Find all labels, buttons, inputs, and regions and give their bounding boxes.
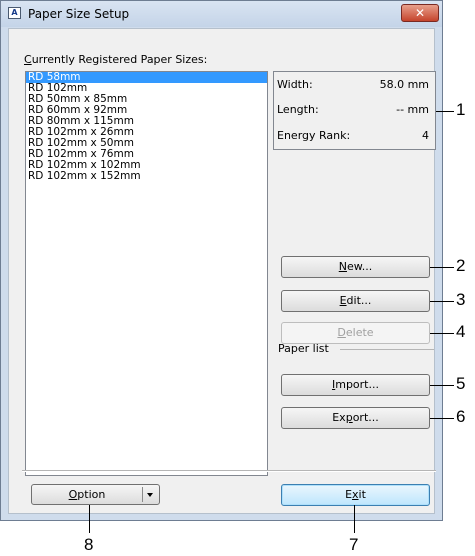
label-mnemonic: C [24, 53, 32, 66]
chevron-down-icon[interactable] [147, 493, 153, 497]
paper-info-panel: Width: 58.0 mm Length: -- mm Energy Rank… [273, 71, 436, 150]
bottom-separator [22, 470, 436, 472]
delete-label: elete [345, 326, 374, 339]
callout-number-3: 3 [456, 290, 466, 309]
registered-paper-sizes-label: Currently Registered Paper Sizes: [24, 53, 207, 66]
callout-number-1: 1 [456, 100, 466, 119]
paper-list-group-label: Paper list [278, 342, 329, 355]
export-label-rest: ort... [352, 411, 379, 424]
new-button[interactable]: New... [281, 256, 430, 278]
import-button[interactable]: Import... [281, 374, 430, 396]
label-rest: urrently Registered Paper Sizes: [31, 53, 208, 66]
option-button-label[interactable]: Option [32, 485, 142, 504]
callout-number-7: 7 [349, 535, 359, 554]
callout-number-2: 2 [456, 256, 466, 275]
length-row: Length: -- mm [277, 103, 429, 117]
width-label: Width: [277, 78, 313, 91]
delete-mnemonic: D [337, 326, 346, 339]
new-mnemonic: N [338, 260, 347, 273]
energy-rank-label: Energy Rank: [277, 129, 351, 142]
callout-line-4 [430, 333, 454, 334]
export-mnemonic: p [345, 411, 353, 424]
exit-label-pre: E [345, 488, 353, 501]
callout-line-5 [430, 385, 454, 386]
callout-number-5: 5 [456, 374, 466, 393]
callout-number-8: 8 [84, 535, 94, 554]
length-value: -- mm [396, 103, 429, 116]
window-title: Paper Size Setup [28, 7, 130, 21]
export-button[interactable]: Export... [281, 407, 430, 429]
callout-line-1 [436, 111, 454, 112]
callout-line-7 [354, 505, 355, 533]
app-icon: A [8, 7, 21, 19]
length-label: Length: [277, 103, 319, 116]
import-label: mport... [335, 378, 379, 391]
width-row: Width: 58.0 mm [277, 78, 429, 92]
edit-label: dit... [346, 294, 372, 307]
export-label-pre: Ex [332, 411, 346, 424]
edit-button[interactable]: Edit... [281, 290, 430, 312]
width-value: 58.0 mm [379, 78, 429, 91]
split-divider [142, 487, 143, 502]
paper-size-list[interactable]: RD 58mm RD 102mm RD 50mm x 85mm RD 60mm … [25, 71, 268, 476]
option-label-rest: ption [77, 488, 106, 501]
edit-mnemonic: E [339, 294, 347, 307]
close-button[interactable]: ✕ [401, 4, 439, 22]
new-label: ew... [346, 260, 373, 273]
option-split-button[interactable]: Option [31, 484, 160, 505]
energy-rank-row: Energy Rank: 4 [277, 129, 429, 143]
exit-label-rest: it [358, 488, 366, 501]
option-mnemonic: O [68, 488, 78, 501]
callout-number-4: 4 [456, 322, 466, 341]
callout-line-6 [430, 418, 454, 419]
callout-line-8 [89, 505, 90, 533]
delete-button[interactable]: Delete [281, 322, 430, 344]
callout-line-3 [430, 301, 454, 302]
energy-rank-value: 4 [422, 129, 429, 142]
callout-line-2 [430, 267, 454, 268]
title-bar[interactable]: A Paper Size Setup ✕ [1, 1, 442, 27]
paper-list-group-line [340, 349, 434, 350]
list-item[interactable]: RD 102mm x 152mm [26, 171, 267, 182]
callout-number-6: 6 [456, 407, 466, 426]
exit-button[interactable]: Exit [281, 484, 430, 506]
